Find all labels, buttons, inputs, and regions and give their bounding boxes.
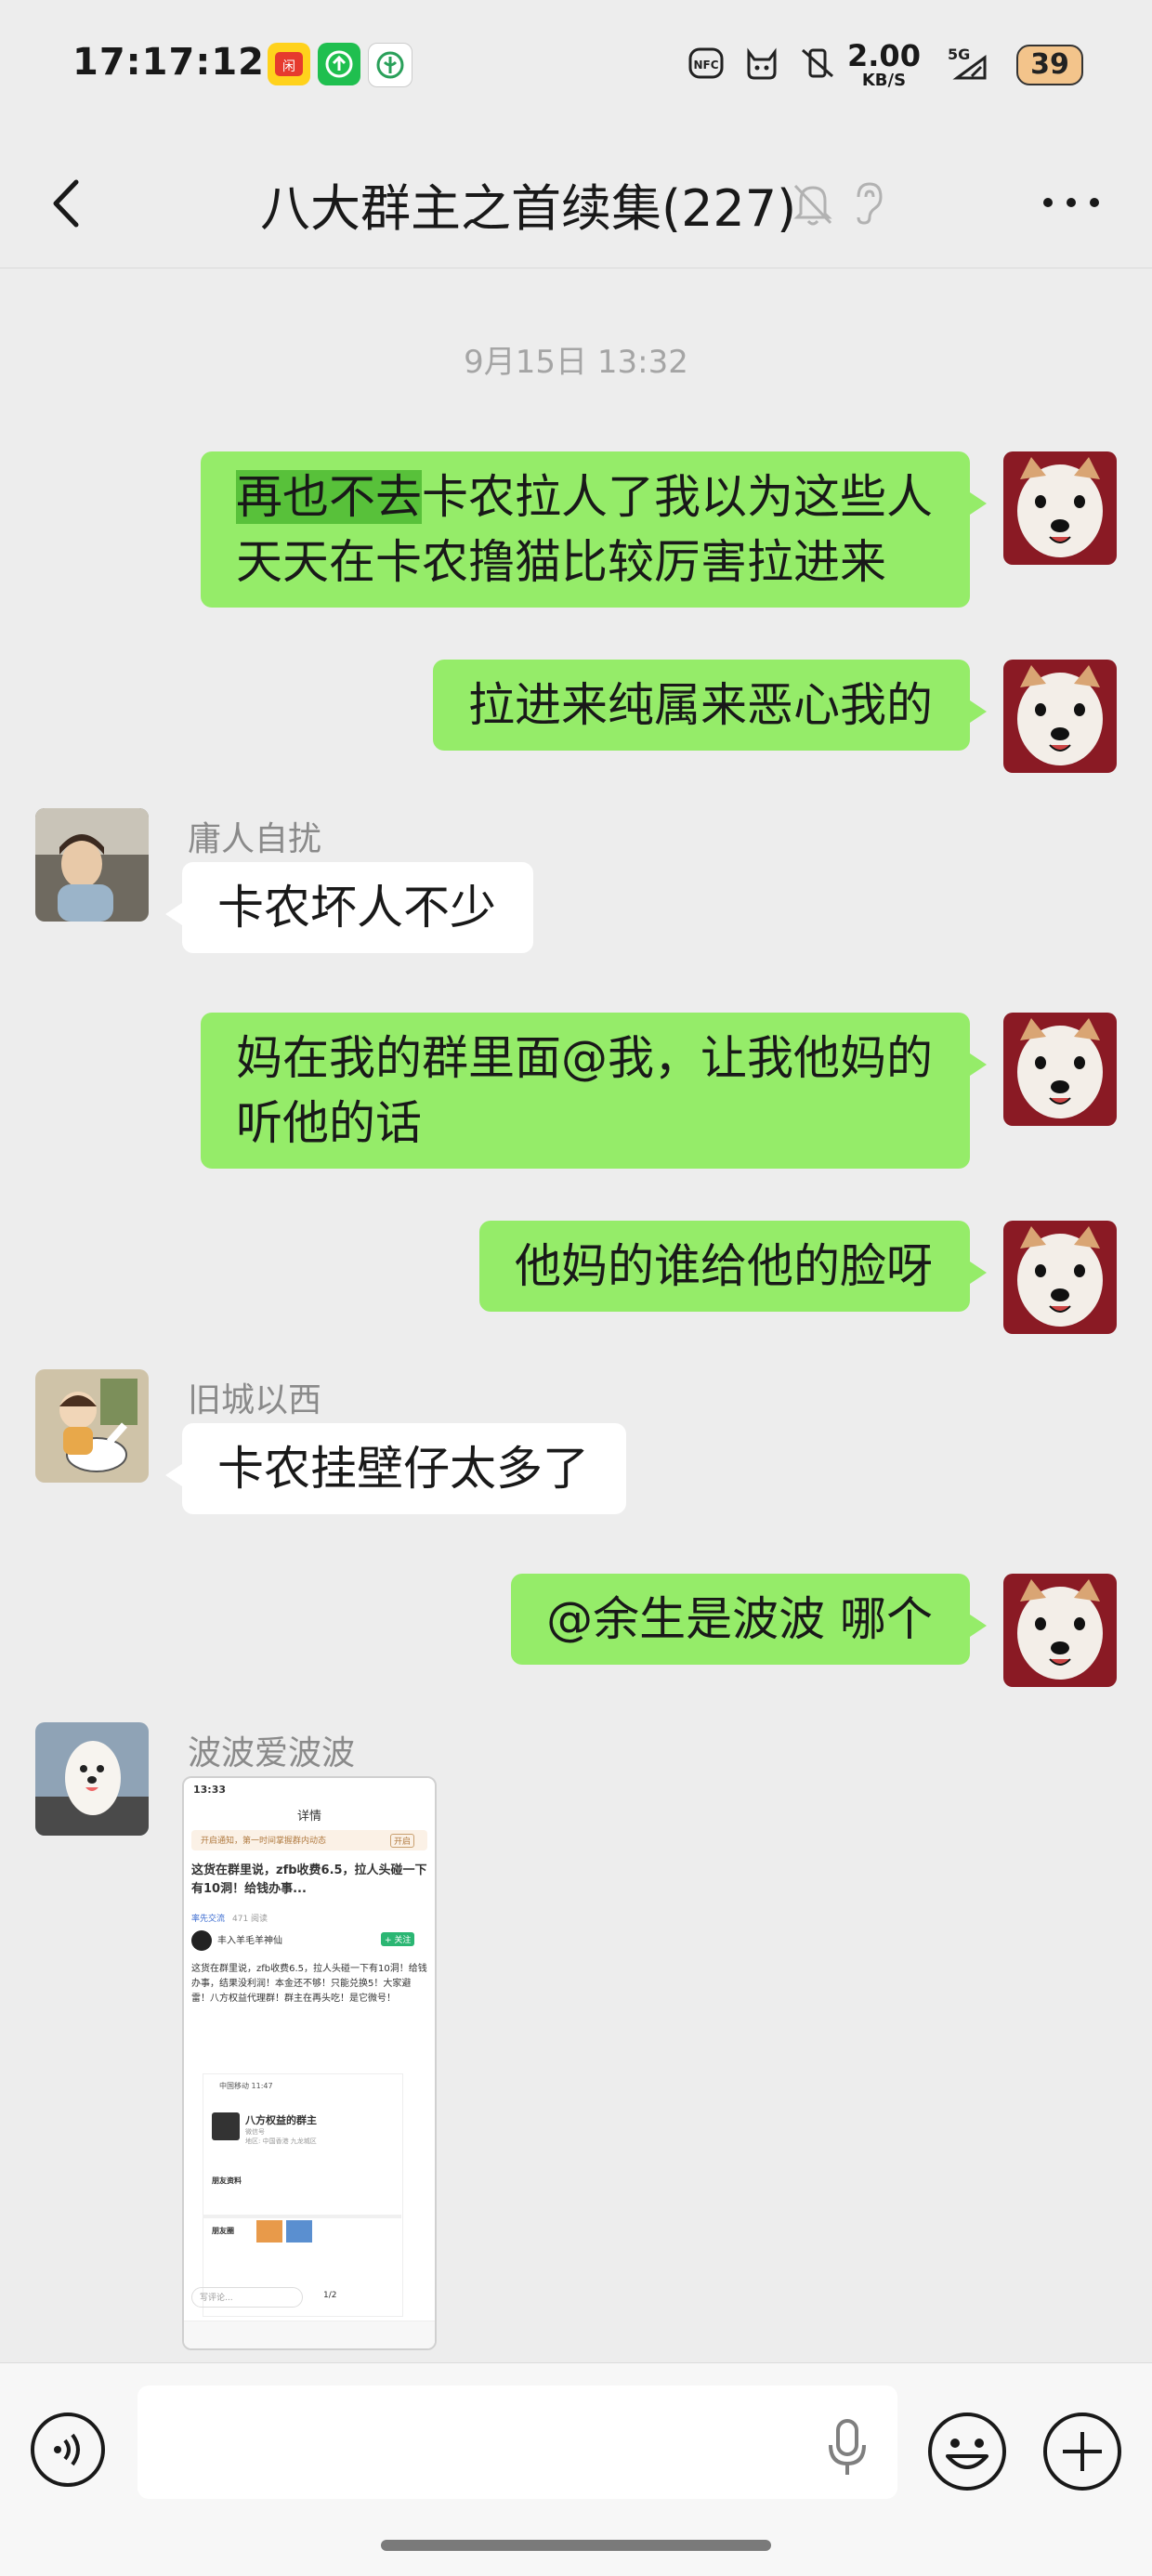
screenshot-notice: 开启通知，第一时间掌握群内动态 <box>201 1837 327 1846</box>
home-indicator[interactable] <box>381 2540 771 2551</box>
eco-app-icon <box>368 43 412 87</box>
screenshot-tag: 率先交流 <box>191 1915 226 1924</box>
screenshot-headline: 这货在群里说，zfb收费6.5，拉人头碰一下有10洞！给钱办事... <box>191 1863 427 1896</box>
net-speed-unit: KB/S <box>861 71 907 90</box>
screenshot-author-avatar <box>191 1930 212 1951</box>
message-bubble-outgoing[interactable]: 拉进来纯属来恶心我的 <box>433 660 987 751</box>
message-bubble-incoming[interactable]: 卡农挂壁仔太多了 <box>165 1423 626 1514</box>
vibrate-off-icon <box>799 45 836 82</box>
battery-level: 39 <box>1030 48 1069 81</box>
my-avatar[interactable] <box>1003 1574 1117 1687</box>
my-avatar[interactable] <box>1003 1013 1117 1126</box>
screenshot-page-indicator: 1/2 <box>323 2291 337 2300</box>
network-type-label: 5G <box>948 46 970 63</box>
message-text: 妈在我的群里面@我，让我他妈的 <box>236 1031 933 1085</box>
svg-text:闲: 闲 <box>282 59 295 74</box>
input-bar <box>0 2362 1152 2576</box>
image-message[interactable]: 13:33 详情 开启通知，第一时间掌握群内动态 开启 这货在群里说，zfb收费… <box>182 1776 437 2350</box>
screenshot-author: 丰入羊毛羊神仙 <box>217 1936 282 1946</box>
message-bubble-outgoing[interactable]: 再也不去卡农拉人了我以为这些人 天天在卡农撸猫比较厉害拉进来 <box>201 451 987 608</box>
sender-avatar[interactable] <box>35 1722 149 1836</box>
screenshot-notice-button: 开启 <box>390 1834 415 1848</box>
message-text: @余生是波波 哪个 <box>546 1592 933 1646</box>
ear-icon <box>847 177 890 229</box>
screenshot-inner-sub1: 微信号 <box>245 2128 265 2136</box>
status-time: 17:17:12 <box>72 41 265 84</box>
more-icon <box>1043 198 1099 207</box>
screenshot-section1: 朋友资料 <box>212 2177 242 2185</box>
chat-header: 八大群主之首续集(227) <box>0 139 1152 268</box>
message-text: 卡农挂壁仔太多了 <box>217 1442 589 1496</box>
sender-name: 庸人自扰 <box>188 820 322 858</box>
screenshot-status-time: 13:33 <box>193 1784 227 1796</box>
emoji-icon <box>928 2413 1006 2491</box>
sender-avatar[interactable] <box>35 1369 149 1483</box>
screenshot-views: 471 阅读 <box>232 1915 268 1924</box>
sender-name: 旧城以西 <box>188 1381 322 1419</box>
message-bubble-outgoing[interactable]: 妈在我的群里面@我，让我他妈的 听他的话 <box>201 1013 987 1169</box>
back-button[interactable] <box>37 171 102 236</box>
message-bubble-outgoing[interactable]: 他妈的谁给他的脸呀 <box>479 1221 987 1312</box>
screenshot-body: 这货在群里说，zfb收费6.5，拉人头碰一下有10洞！给钱办事，结果没利润！本金… <box>191 1964 427 2004</box>
screenshot-section2: 朋友圈 <box>212 2227 234 2235</box>
message-text: 卡农拉人了我以为这些人 <box>422 470 933 524</box>
screenshot-inner-sub2: 地区: 中国香港 九龙城区 <box>245 2138 317 2145</box>
cat-icon <box>743 45 780 82</box>
my-avatar[interactable] <box>1003 451 1117 565</box>
plus-icon <box>1043 2413 1121 2491</box>
sender-name: 波波爱波波 <box>188 1734 356 1772</box>
more-button[interactable] <box>1039 182 1104 223</box>
signal-icon: 5G <box>944 45 998 82</box>
my-avatar[interactable] <box>1003 1221 1117 1334</box>
highlighted-text: 再也不去 <box>236 470 422 524</box>
emoji-button[interactable] <box>925 2410 1009 2493</box>
message-bubble-incoming[interactable]: 卡农坏人不少 <box>165 862 533 953</box>
network-speed: 2.00 KB/S <box>847 41 921 89</box>
net-speed-value: 2.00 <box>847 38 921 73</box>
back-icon <box>53 179 79 228</box>
status-bar: 17:17:12 闲 NFC 2.00 KB/S 5G 39 <box>0 0 1152 139</box>
screenshot-inner-time: 中国移动 11:47 <box>219 2082 273 2090</box>
mic-icon[interactable] <box>821 2415 873 2480</box>
message-text: 天天在卡农撸猫比较厉害拉进来 <box>236 535 886 589</box>
chat-title[interactable]: 八大群主之首续集(227) <box>260 167 796 241</box>
plus-button[interactable] <box>1041 2410 1124 2493</box>
voice-icon <box>31 2413 105 2487</box>
nfc-icon: NFC <box>687 45 725 82</box>
my-avatar[interactable] <box>1003 660 1117 773</box>
screenshot-follow-button: + 关注 <box>381 1932 415 1946</box>
message-text: 卡农坏人不少 <box>217 881 496 935</box>
message-text: 拉进来纯属来恶心我的 <box>468 678 933 732</box>
message-text: 听他的话 <box>236 1096 422 1150</box>
mute-bell-icon <box>792 177 834 229</box>
message-input[interactable] <box>137 2386 897 2499</box>
voice-button[interactable] <box>28 2410 108 2490</box>
store-app-icon: 闲 <box>268 43 310 85</box>
screenshot-page-title: 详情 <box>296 1810 321 1824</box>
screenshot-inner-name: 八方权益的群主 <box>245 2114 317 2126</box>
screenshot-comment-field: 写评论... <box>191 2287 303 2308</box>
upload-app-icon <box>318 43 360 85</box>
svg-text:NFC: NFC <box>693 59 718 72</box>
screenshot-inner-avatar <box>212 2112 240 2140</box>
message-timestamp: 9月15日 13:32 <box>464 344 688 381</box>
message-bubble-outgoing[interactable]: @余生是波波 哪个 <box>511 1574 987 1665</box>
battery-icon: 39 <box>1016 45 1083 85</box>
sender-avatar[interactable] <box>35 808 149 922</box>
message-text: 他妈的谁给他的脸呀 <box>515 1239 933 1293</box>
